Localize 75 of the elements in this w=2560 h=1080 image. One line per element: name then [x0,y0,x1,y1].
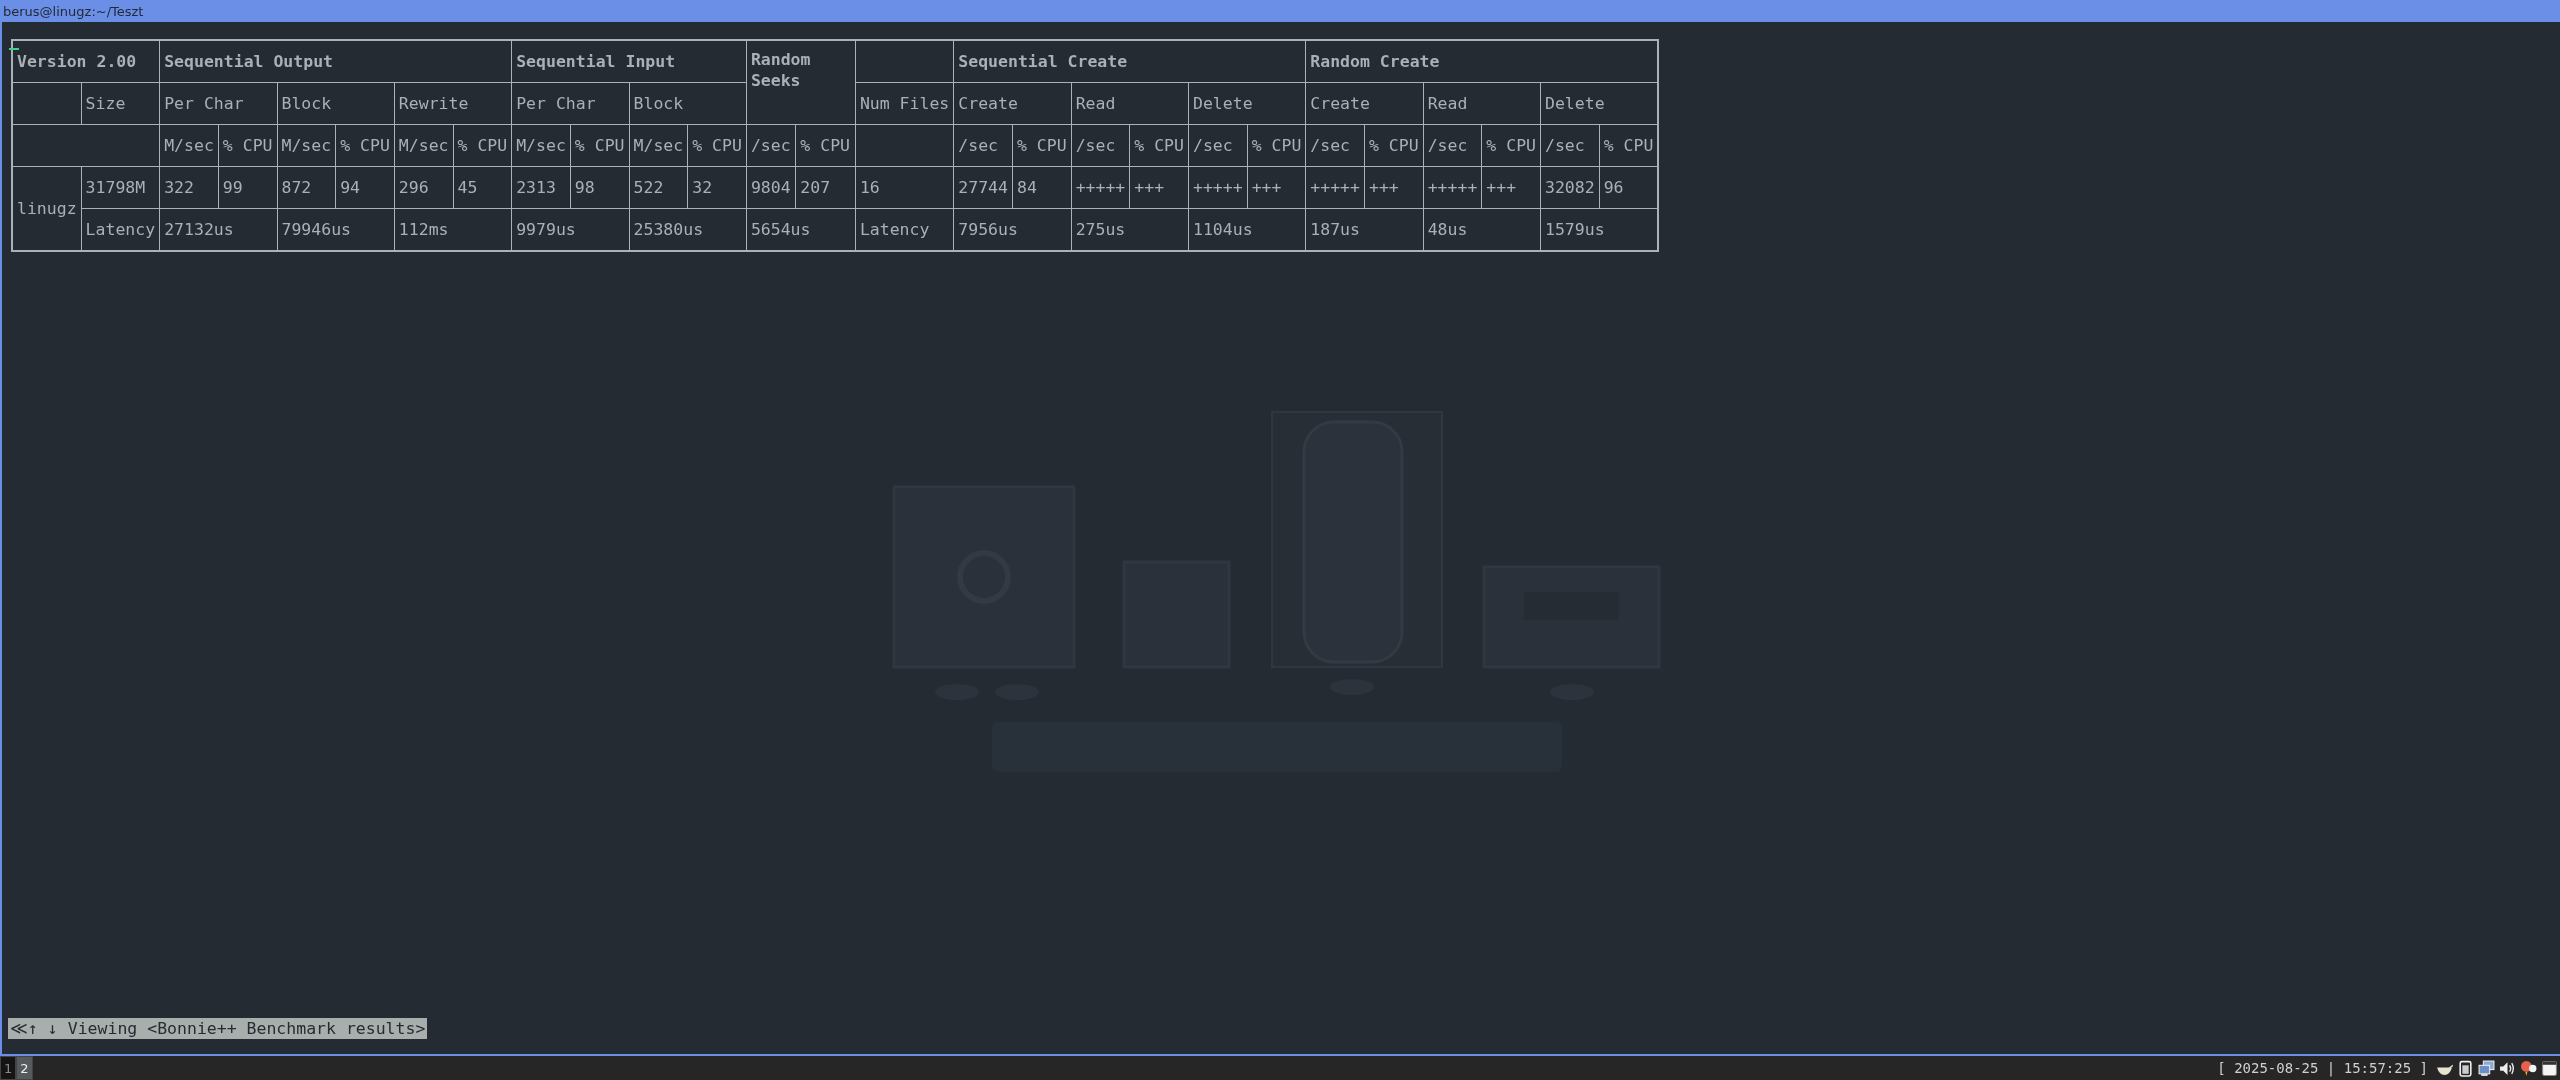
table-cell: 2313 [511,166,571,209]
table-cell: M/sec [511,124,571,167]
table-cell: +++++ [1423,166,1482,209]
table-cell: Per Char [511,82,630,125]
table-cell: % CPU [795,124,856,167]
column-group-header: Version 2.00 [12,40,160,83]
balloon-icon[interactable] [2520,1059,2537,1077]
column-group-header: Sequential Output [159,40,512,83]
table-cell: /sec [1423,124,1482,167]
table-cell: /sec [1188,124,1248,167]
table-cell: 45 [453,166,512,209]
table-cell: % CPU [570,124,630,167]
table-cell: /sec [1540,124,1600,167]
cursor-icon [9,48,19,50]
table-cell: M/sec [394,124,453,167]
table-cell: Read [1423,82,1541,125]
table-cell: +++ [1129,166,1189,209]
table-cell: 322 [159,166,219,209]
table-cell: Create [1305,82,1424,125]
table-cell: Num Files [855,82,954,125]
table-cell: 522 [629,166,688,209]
table-cell: +++ [1247,166,1306,209]
table-cell: 31798M [81,166,160,209]
table-cell: 32 [687,166,747,209]
speaker-icon[interactable] [2499,1059,2516,1077]
table-cell: 872 [277,166,336,209]
table-cell: 94 [335,166,395,209]
table-cell: M/sec [159,124,219,167]
table-cell: Read [1071,82,1189,125]
table-cell: % CPU [218,124,277,167]
table-cell: Create [953,82,1072,125]
table-cell: +++ [1481,166,1541,209]
table-cell: % CPU [687,124,747,167]
table-cell: % CPU [1129,124,1189,167]
table-cell: M/sec [277,124,336,167]
table-cell: Block [277,82,395,125]
table-cell: % CPU [1481,124,1541,167]
table-cell: +++++ [1305,166,1365,209]
table-cell: 16 [855,166,954,209]
table-cell: 99 [218,166,277,209]
table-cell: 296 [394,166,453,209]
column-group-header: Sequential Input [511,40,747,83]
table-cell: 98 [570,166,630,209]
table-cell: % CPU [1012,124,1072,167]
table-cell: +++ [1364,166,1424,209]
workspace-button[interactable]: 2 [16,1056,33,1080]
column-group-header: Random Seeks [746,40,856,125]
window-icon[interactable] [2541,1059,2558,1077]
table-cell: /sec [746,124,796,167]
table-cell: % CPU [1247,124,1306,167]
table-cell: /sec [1071,124,1130,167]
table-cell: 27744 [953,166,1013,209]
pager-status: ≪↑ ↓ Viewing <Bonnie++ Benchmark results> [8,1018,428,1039]
battery-icon[interactable] [2457,1059,2474,1077]
table-cell: Delete [1188,82,1306,125]
table-cell: % CPU [1364,124,1424,167]
table-cell: +++++ [1071,166,1130,209]
clock: [ 2025-08-25 | 15:57:25 ] [2217,1060,2428,1076]
table-cell: 9804 [746,166,796,209]
table-cell: Size [81,82,160,125]
table-cell: Rewrite [394,82,512,125]
table-cell: % CPU [335,124,395,167]
network-icon[interactable] [2478,1059,2495,1077]
workspace-button[interactable]: 1 [0,1056,17,1080]
table-cell: 32082 [1540,166,1600,209]
table-cell: +++++ [1188,166,1248,209]
table-cell: /sec [953,124,1013,167]
table-cell: Per Char [159,82,277,125]
window-title: berus@linugz:~/Teszt [3,3,144,19]
table-cell: M/sec [629,124,688,167]
table-cell: /sec [1305,124,1365,167]
column-group-header: Sequential Create [953,40,1306,83]
table-cell: 207 [795,166,856,209]
table-cell: % CPU [453,124,512,167]
table-cell: 84 [1012,166,1072,209]
